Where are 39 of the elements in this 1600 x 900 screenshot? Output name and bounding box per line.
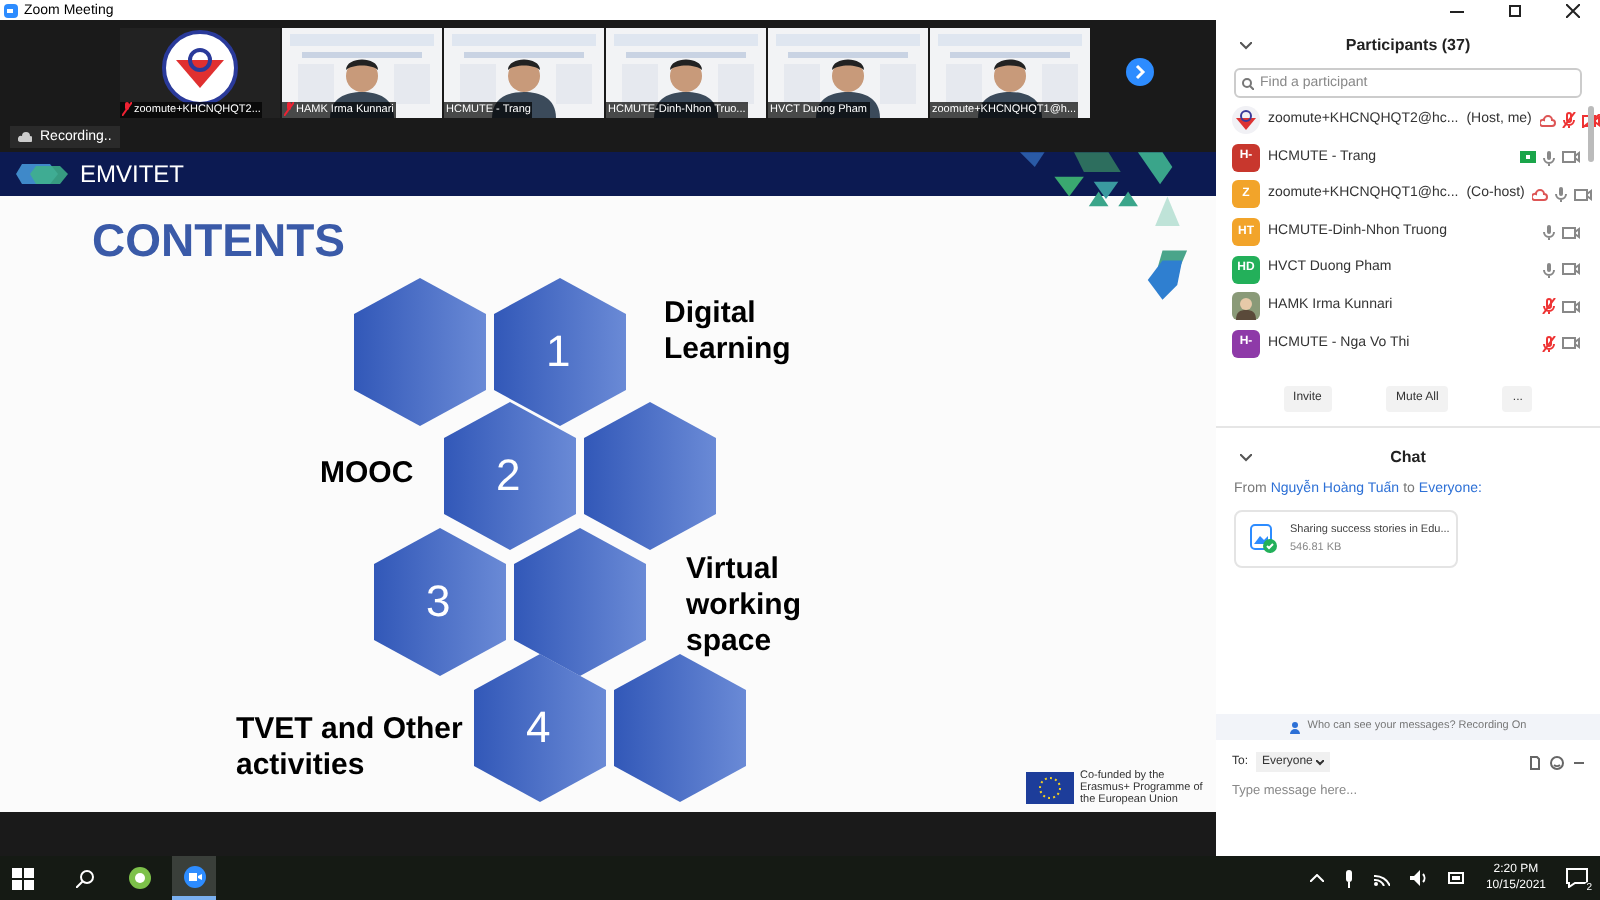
brand-logo-icon (16, 158, 72, 190)
topic-label: MOOC (320, 456, 416, 492)
eu-flag-icon (1026, 772, 1074, 804)
hexagon-number: 1 (546, 330, 571, 374)
hexagon-number: 4 (526, 706, 551, 750)
panel-title: Participants (37) (1343, 34, 1473, 58)
avatar-figure-icon (1232, 292, 1260, 321)
topic-label: Virtual working space (686, 552, 804, 660)
file-icon[interactable] (1530, 755, 1540, 769)
search-icon[interactable] (76, 869, 94, 887)
scrollbar[interactable] (1588, 106, 1594, 162)
speaker-icon[interactable] (1409, 870, 1428, 886)
cloud-icon (18, 130, 32, 142)
collapse-icon[interactable] (1240, 454, 1252, 462)
caret-icon (1316, 759, 1325, 765)
microphone-icon[interactable] (1343, 869, 1354, 887)
slide-title: CONTENTS (92, 218, 345, 264)
wifi-icon[interactable] (1373, 870, 1390, 886)
hexagon-number: 3 (426, 580, 451, 624)
close-icon[interactable] (1566, 3, 1580, 17)
panel-title: Chat (1388, 446, 1428, 470)
notifications-icon[interactable] (1566, 868, 1588, 888)
battery-icon[interactable] (1447, 872, 1466, 884)
brand-name: EMVITET (80, 162, 185, 186)
avatar-logo-icon (1232, 106, 1260, 135)
maximize-icon[interactable] (1508, 3, 1522, 17)
windows-start-icon[interactable] (12, 867, 34, 889)
topic-label: Digital Learning (664, 296, 793, 368)
collapse-icon[interactable] (1240, 42, 1252, 50)
image-file-icon (1250, 524, 1278, 554)
search-icon (1242, 77, 1254, 89)
browser-icon[interactable] (128, 866, 152, 890)
next-page-icon[interactable] (1126, 58, 1154, 86)
chevron-up-icon[interactable] (1309, 874, 1324, 882)
video-camera-icon (183, 865, 205, 887)
hexagon-number: 2 (496, 454, 521, 498)
taskbar-app[interactable] (172, 856, 216, 900)
emoji-icon[interactable] (1550, 755, 1564, 769)
topic-label: TVET and Other activities (236, 712, 465, 784)
